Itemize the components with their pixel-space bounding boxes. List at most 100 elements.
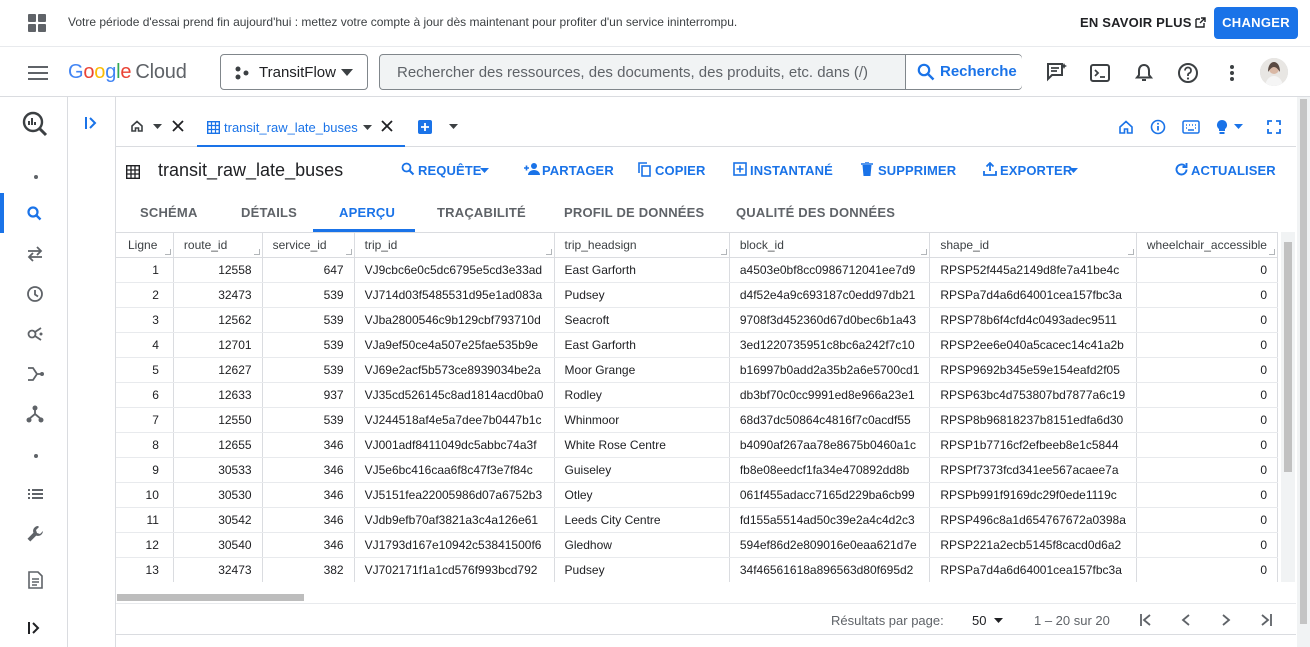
column-header[interactable]: route_id	[173, 233, 263, 258]
table-cell[interactable]: 34f46561618a896563d80f695d2	[729, 557, 931, 582]
table-cell[interactable]: 4	[116, 332, 174, 358]
table-cell[interactable]: 382	[262, 557, 355, 582]
table-cell[interactable]: 12701	[173, 332, 263, 358]
close-tab-icon[interactable]	[172, 120, 184, 132]
table-row[interactable]: 6 12633 937 VJ35cd526145c8ad1814acd0ba0 Rodl…	[116, 382, 1278, 408]
table-cell[interactable]: VJ244518af4e5a7dee7b0447b1c	[354, 407, 555, 433]
tab-data-quality[interactable]: QUALITÉ DES DONNÉES	[736, 205, 895, 220]
table-cell[interactable]: Leeds City Centre	[554, 507, 730, 533]
chevron-down-icon[interactable]	[153, 124, 162, 129]
column-header[interactable]: trip_id	[354, 233, 555, 258]
table-cell[interactable]: RPSP63bc4d753807bd7877a6c19	[929, 382, 1137, 408]
table-cell[interactable]: 68d37dc50864c4816f7c0acdf55	[729, 407, 931, 433]
table-row[interactable]: 8 12655 346 VJ001adf8411049dc5abbc74a3f Whit…	[116, 432, 1278, 458]
table-cell[interactable]: 9708f3d452360d67d0bec6b1a43	[729, 307, 931, 333]
share-button[interactable]: PARTAGER	[524, 163, 614, 178]
table-cell[interactable]: Guiseley	[554, 457, 730, 483]
list-icon[interactable]	[24, 483, 46, 505]
tab-lineage[interactable]: TRAÇABILITÉ	[437, 205, 526, 220]
scheduled-queries-clock-icon[interactable]	[24, 283, 46, 305]
table-row[interactable]: 9 30533 346 VJ5e6bc416caa6f8c47f3e7f84c Guis…	[116, 457, 1278, 483]
table-cell[interactable]: 061f455adacc7165d229ba6cb99	[729, 482, 931, 508]
transfers-icon[interactable]	[24, 243, 46, 265]
table-cell[interactable]: 30542	[173, 507, 263, 533]
new-tab-plus-icon[interactable]	[418, 120, 432, 134]
table-row[interactable]: 4 12701 539 VJa9ef50ce4a507e25fae535b9e East…	[116, 332, 1278, 358]
learn-more-link[interactable]: EN SAVOIR PLUS	[1080, 15, 1207, 30]
gemini-chat-icon[interactable]	[1046, 62, 1068, 84]
table-cell[interactable]: 12558	[173, 257, 263, 283]
chevron-down-icon[interactable]	[449, 124, 458, 129]
table-cell[interactable]: 1	[116, 257, 174, 283]
more-vert-icon[interactable]	[1221, 62, 1243, 84]
table-cell[interactable]: 539	[262, 282, 355, 308]
table-cell[interactable]: 0	[1136, 407, 1278, 433]
refresh-button[interactable]: ACTUALISER	[1175, 163, 1276, 178]
table-cell[interactable]: East Garforth	[554, 257, 730, 283]
table-cell[interactable]: East Garforth	[554, 332, 730, 358]
last-page-icon[interactable]	[1259, 613, 1273, 627]
table-cell[interactable]: RPSP8b96818237b8151edfa6d30	[929, 407, 1137, 433]
tab-data-profile[interactable]: PROFIL DE DONNÉES	[564, 205, 704, 220]
column-header[interactable]: shape_id	[929, 233, 1137, 258]
avatar[interactable]	[1260, 58, 1288, 86]
table-cell[interactable]: b16997b0add2a35b2a6e5700cd1	[729, 357, 931, 383]
table-cell[interactable]: RPSPa7d4a6d64001cea157fbc3a	[929, 557, 1137, 582]
table-cell[interactable]: VJ5151fea22005986d07a6752b3	[354, 482, 555, 508]
table-cell[interactable]: 2	[116, 282, 174, 308]
table-cell[interactable]: 594ef86d2e809016e0eaa621d7e	[729, 532, 931, 558]
table-cell[interactable]: 0	[1136, 357, 1278, 383]
table-cell[interactable]: 0	[1136, 507, 1278, 533]
column-header[interactable]: wheelchair_accessible	[1136, 233, 1278, 258]
table-cell[interactable]: fd155a5514ad50c39e2a4c4d2c3	[729, 507, 931, 533]
scroll-thumb[interactable]	[1300, 99, 1307, 624]
table-cell[interactable]: RPSP496c8a1d654767672a0398a	[929, 507, 1137, 533]
lightbulb-icon[interactable]	[1215, 119, 1229, 135]
table-cell[interactable]: Otley	[554, 482, 730, 508]
table-cell[interactable]: 6	[116, 382, 174, 408]
table-cell[interactable]: 346	[262, 482, 355, 508]
scroll-thumb[interactable]	[1284, 242, 1292, 472]
chevron-down-icon[interactable]	[1234, 124, 1243, 129]
table-cell[interactable]: 13	[116, 557, 174, 582]
table-cell[interactable]: db3bf70c0cc9991ed8e966a23e1	[729, 382, 931, 408]
table-cell[interactable]: VJ702171f1a1cd576f993bcd792	[354, 557, 555, 582]
close-tab-icon[interactable]	[381, 120, 393, 132]
tab-preview[interactable]: APERÇU	[339, 205, 395, 220]
table-cell[interactable]: 0	[1136, 532, 1278, 558]
table-cell[interactable]: 10	[116, 482, 174, 508]
per-page-select[interactable]: 50	[972, 613, 1004, 628]
horizontal-scrollbar[interactable]	[116, 590, 1278, 601]
copy-button[interactable]: COPIER	[638, 162, 705, 178]
table-cell[interactable]: RPSPb991f9169dc29f0ede1119c	[929, 482, 1137, 508]
table-cell[interactable]: 346	[262, 507, 355, 533]
notifications-bell-icon[interactable]	[1133, 62, 1155, 84]
scroll-thumb[interactable]	[117, 594, 304, 601]
bigquery-logo-icon[interactable]	[22, 111, 48, 137]
table-cell[interactable]: 0	[1136, 432, 1278, 458]
table-cell[interactable]: 0	[1136, 282, 1278, 308]
table-cell[interactable]: 5	[116, 357, 174, 383]
table-cell[interactable]: Pudsey	[554, 282, 730, 308]
export-button[interactable]: EXPORTER	[983, 162, 1078, 178]
google-cloud-logo[interactable]: Google Cloud	[68, 61, 187, 84]
chevron-down-icon[interactable]	[363, 125, 372, 130]
table-cell[interactable]: 30530	[173, 482, 263, 508]
table-cell[interactable]: 647	[262, 257, 355, 283]
table-cell[interactable]: RPSP1b7716cf2efbeeb8e1c5844	[929, 432, 1137, 458]
table-cell[interactable]: 12655	[173, 432, 263, 458]
table-cell[interactable]: VJ69e2acf5b573ce8939034be2a	[354, 357, 555, 383]
table-cell[interactable]: RPSPa7d4a6d64001cea157fbc3a	[929, 282, 1137, 308]
table-cell[interactable]: White Rose Centre	[554, 432, 730, 458]
table-cell[interactable]: 346	[262, 457, 355, 483]
dataform-tree-icon[interactable]	[24, 403, 46, 425]
column-header[interactable]: block_id	[729, 233, 931, 258]
table-cell[interactable]: VJ1793d167e10942c53841500f6	[354, 532, 555, 558]
table-row[interactable]: 12 30540 346 VJ1793d167e10942c53841500f6 Gle…	[116, 532, 1278, 558]
change-button[interactable]: CHANGER	[1214, 7, 1298, 39]
table-cell[interactable]: 3	[116, 307, 174, 333]
analytics-hub-icon[interactable]	[24, 323, 46, 345]
table-cell[interactable]: 937	[262, 382, 355, 408]
table-cell[interactable]: 12562	[173, 307, 263, 333]
page-scrollbar[interactable]	[1297, 97, 1310, 647]
